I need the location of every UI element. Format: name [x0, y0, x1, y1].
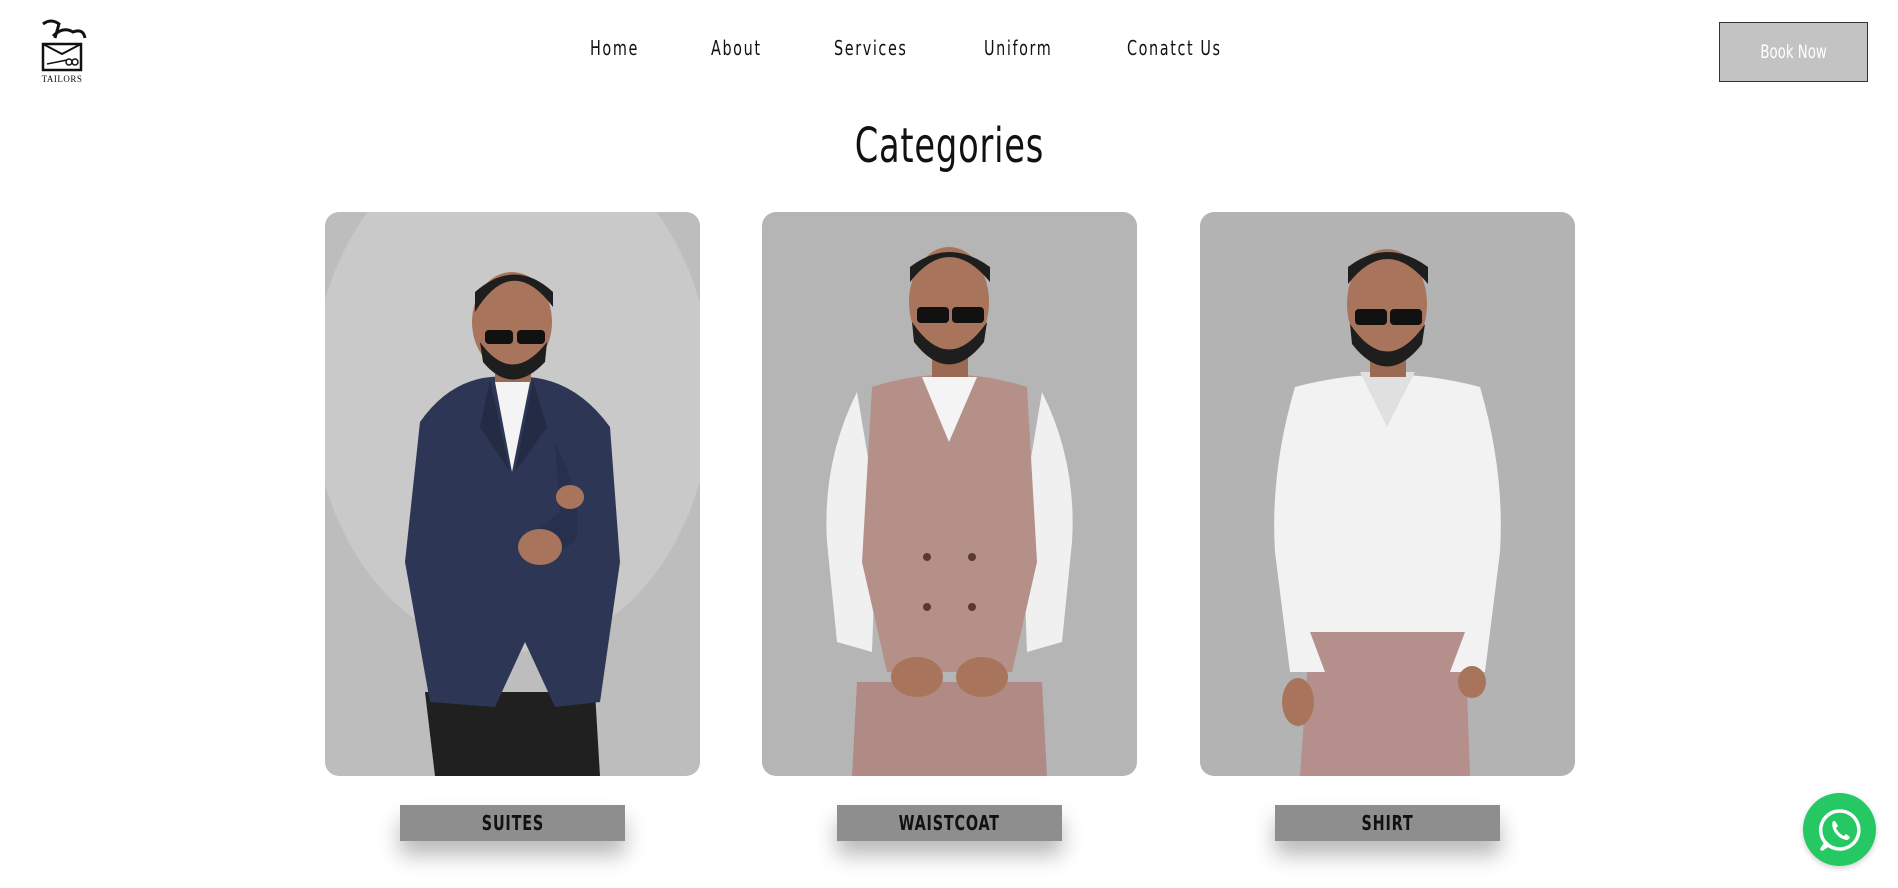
category-image-waistcoat[interactable] [762, 212, 1137, 776]
category-label-text: SHIRT [1361, 811, 1414, 835]
whatsapp-icon [1818, 808, 1861, 851]
category-image-shirt[interactable] [1200, 212, 1575, 776]
category-label-shirt[interactable]: SHIRT [1275, 805, 1500, 841]
category-card-shirt[interactable]: SHIRT [1200, 212, 1575, 841]
page-title-text: Categories [854, 118, 1044, 174]
logo-subtitle: TAILORS [41, 74, 83, 84]
book-now-label: Book Now [1760, 41, 1827, 63]
category-label-text: WAISTCOAT [898, 811, 1001, 835]
nav-services[interactable]: Services [834, 36, 908, 60]
page-title: Categories [0, 118, 1898, 174]
category-label-suites[interactable]: SUITES [400, 805, 625, 841]
nav-about[interactable]: About [711, 36, 762, 60]
category-card-waistcoat[interactable]: WAISTCOAT [762, 212, 1137, 841]
whatsapp-button[interactable] [1803, 793, 1876, 866]
book-now-button[interactable]: Book Now [1719, 22, 1868, 82]
category-image-suites[interactable] [325, 212, 700, 776]
nav-uniform[interactable]: Uniform [984, 36, 1052, 60]
nav-home[interactable]: Home [590, 36, 639, 60]
category-card-suites[interactable]: SUITES [325, 212, 700, 841]
category-label-waistcoat[interactable]: WAISTCOAT [837, 805, 1062, 841]
category-label-text: SUITES [481, 811, 544, 835]
main-nav: Home About Services Uniform Conatct Us [0, 36, 1898, 66]
nav-contact[interactable]: Conatct Us [1127, 36, 1222, 60]
